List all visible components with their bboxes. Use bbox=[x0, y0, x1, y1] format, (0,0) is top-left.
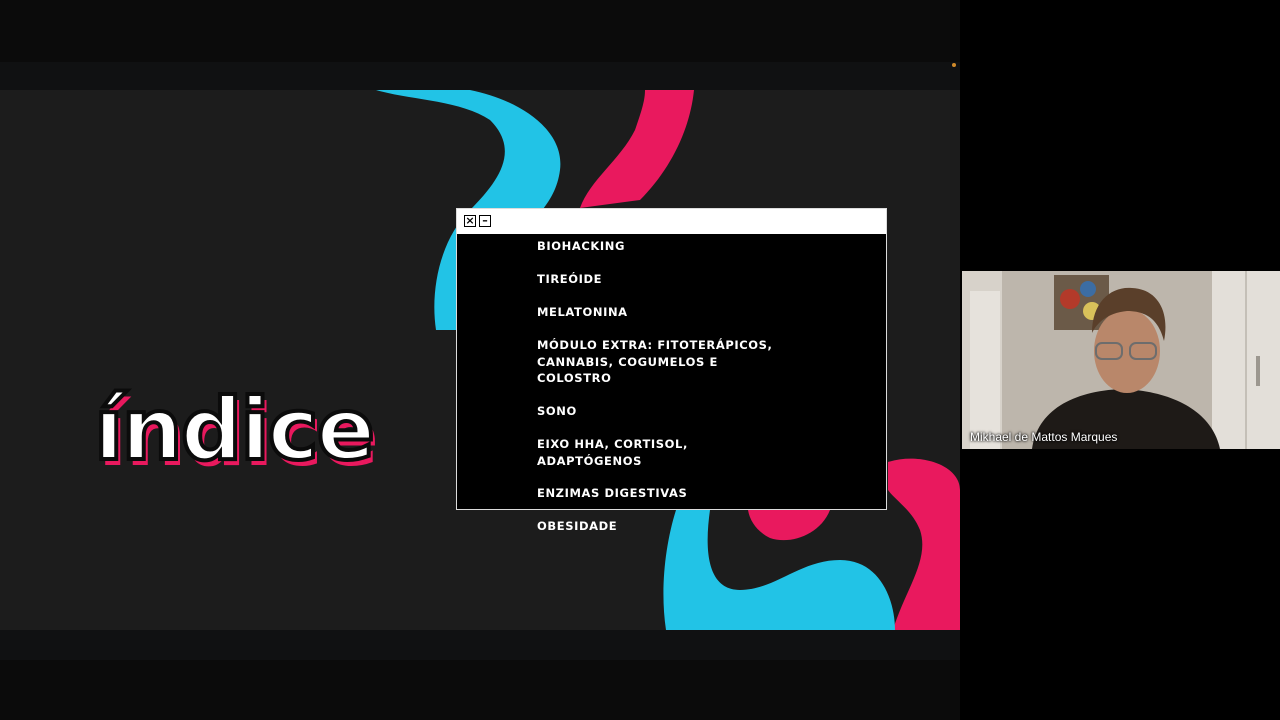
pink-wave-bottom bbox=[888, 458, 960, 630]
recording-dot bbox=[952, 63, 956, 67]
toc-titlebar: × – bbox=[457, 209, 886, 234]
slide-title: índice bbox=[92, 378, 377, 482]
participant-name: Mikhael de Mattos Marques bbox=[970, 430, 1118, 444]
minimize-icon[interactable]: – bbox=[479, 215, 491, 227]
toc-item: OBESIDADE bbox=[537, 519, 618, 533]
pink-wave-top bbox=[580, 90, 694, 208]
pink-wave-small bbox=[748, 510, 830, 541]
toc-item: BIOHACKING bbox=[537, 239, 626, 253]
toc-item: SONO bbox=[537, 404, 577, 418]
toc-item: MÓDULO EXTRA: FITOTERÁPICOS, CANNABIS, C… bbox=[537, 338, 773, 385]
close-icon[interactable]: × bbox=[464, 215, 476, 227]
toc-item: TIREÓIDE bbox=[537, 272, 603, 286]
toc-item: ENZIMAS DIGESTIVAS bbox=[537, 486, 688, 500]
screen-share: índice × – BIOHACKING TIREÓIDE MELATONIN… bbox=[0, 0, 960, 720]
share-bottom-band bbox=[0, 630, 960, 660]
share-top-band bbox=[0, 62, 960, 90]
toc-item: MELATONINA bbox=[537, 305, 628, 319]
toc-item: EIXO HHA, CORTISOL, ADAPTÓGENOS bbox=[537, 437, 688, 468]
participant-video bbox=[962, 271, 1280, 449]
participant-video-tile[interactable]: Mikhael de Mattos Marques bbox=[962, 271, 1280, 449]
